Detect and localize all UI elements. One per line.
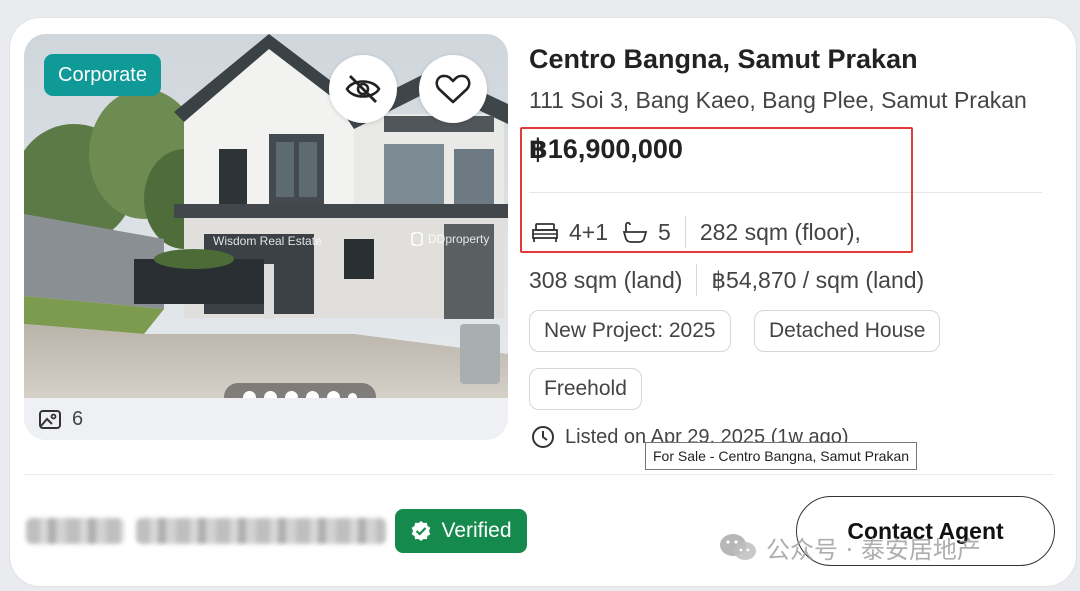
wechat-watermark: 公众号 · 泰安居地产 [718,530,981,565]
tag-new-project[interactable]: New Project: 2025 [529,310,731,352]
verified-badge: Verified [395,509,527,553]
heart-icon [435,74,471,104]
favorite-button[interactable] [419,55,487,123]
ddproperty-logo-icon [411,232,423,246]
wechat-watermark-text: 公众号 · 泰安居地产 [766,536,981,564]
price-per-land: ฿54,870 / sqm (land) [711,266,925,293]
verified-check-icon [412,521,431,541]
listing-title[interactable]: Centro Bangna, Samut Prakan [529,44,918,75]
title-tooltip: For Sale - Centro Bangna, Samut Prakan [645,442,918,470]
tag-property-type[interactable]: Detached House [754,310,941,352]
highlight-box [520,127,913,253]
corporate-badge: Corporate [44,54,161,96]
photo-count-value: 6 [72,407,84,430]
hide-listing-button[interactable] [329,55,397,123]
photo-watermark-ddproperty: DDproperty [410,232,489,246]
spec-separator [696,264,698,296]
land-area: 308 sqm (land) [529,266,683,293]
listing-address: 111 Soi 3, Bang Kaeo, Bang Plee, Samut P… [529,87,1027,113]
agent-name-blurred[interactable] [26,518,124,544]
gallery-icon [39,410,61,429]
clock-icon [532,426,554,448]
tag-tenure[interactable]: Freehold [529,368,642,410]
photo-watermark-agency: Wisdom Real Estate [213,234,322,248]
agent-company-blurred[interactable] [136,518,386,544]
card-divider [24,474,1054,475]
verified-label: Verified [441,519,512,542]
eye-off-icon [345,75,381,103]
wechat-icon [720,533,756,560]
photo-count: 6 [24,398,508,440]
specs-row-2: 308 sqm (land) ฿54,870 / sqm (land) [529,262,924,298]
